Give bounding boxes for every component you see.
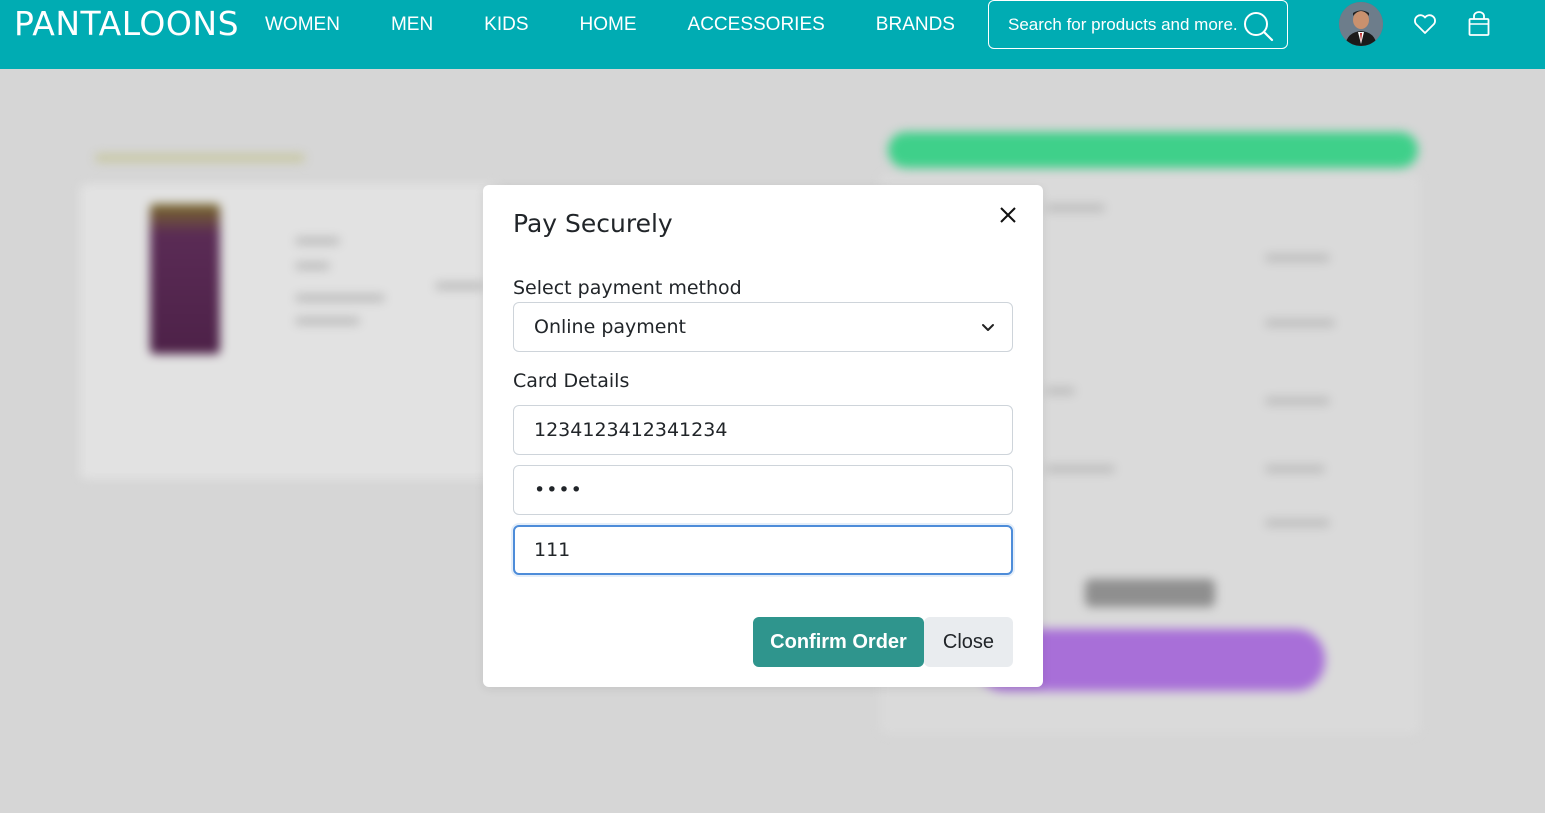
search-icon[interactable] xyxy=(1241,9,1275,43)
summary-total-placeholder xyxy=(1085,579,1215,607)
summary-text-placeholder xyxy=(1045,387,1075,395)
modal-title: Pay Securely xyxy=(513,209,673,238)
product-thumbnail xyxy=(150,204,220,354)
nav-item-kids[interactable]: KIDS xyxy=(484,14,528,36)
nav-item-brands[interactable]: BRANDS xyxy=(876,14,955,36)
nav-item-accessories[interactable]: ACCESSORIES xyxy=(688,14,825,36)
summary-price-placeholder xyxy=(1265,465,1325,473)
summary-text-placeholder xyxy=(1045,204,1105,212)
search-input[interactable] xyxy=(1008,14,1238,35)
card-expiry-field[interactable]: •••• xyxy=(513,465,1013,515)
search-box xyxy=(988,0,1288,49)
card-number-field[interactable]: 1234123412341234 xyxy=(513,405,1013,455)
payment-method-label: Select payment method xyxy=(513,277,742,299)
nav-item-men[interactable]: MEN xyxy=(391,14,433,36)
cart-heading-placeholder xyxy=(95,154,305,162)
summary-text-placeholder xyxy=(1045,465,1115,473)
payment-method-select[interactable]: Online payment xyxy=(513,302,1013,352)
card-details-label: Card Details xyxy=(513,370,630,392)
product-text-placeholder xyxy=(295,317,360,325)
payment-method-value: Online payment xyxy=(534,316,686,338)
brand-logo[interactable]: PANTALOONS xyxy=(14,6,239,42)
shopping-bag-icon[interactable] xyxy=(1467,11,1491,37)
avatar-image xyxy=(1339,2,1383,46)
close-icon[interactable] xyxy=(998,205,1018,225)
cart-item-card xyxy=(80,184,500,479)
pay-securely-modal: Pay Securely Select payment method Onlin… xyxy=(483,185,1043,687)
card-number-value: 1234123412341234 xyxy=(534,419,728,441)
product-text-placeholder xyxy=(295,294,385,302)
summary-banner xyxy=(888,132,1418,168)
product-text-placeholder xyxy=(435,282,485,290)
summary-price-placeholder xyxy=(1265,397,1330,405)
card-cvv-value: 111 xyxy=(534,539,571,561)
wishlist-heart-icon[interactable] xyxy=(1413,13,1437,35)
card-expiry-value: •••• xyxy=(534,479,583,501)
close-modal-button[interactable]: Close xyxy=(924,617,1013,667)
card-cvv-field[interactable]: 111 xyxy=(513,525,1013,575)
top-header: PANTALOONS WOMEN MEN KIDS HOME ACCESSORI… xyxy=(0,0,1545,69)
summary-price-placeholder xyxy=(1265,519,1330,527)
confirm-order-button[interactable]: Confirm Order xyxy=(753,617,924,667)
nav-item-women[interactable]: WOMEN xyxy=(265,14,340,36)
product-text-placeholder xyxy=(295,237,340,245)
user-avatar[interactable] xyxy=(1339,2,1383,46)
chevron-down-icon xyxy=(982,324,994,331)
summary-price-placeholder xyxy=(1265,254,1330,262)
nav-item-home[interactable]: HOME xyxy=(580,14,637,36)
summary-price-placeholder xyxy=(1265,319,1335,327)
product-text-placeholder xyxy=(295,262,330,270)
main-nav: WOMEN MEN KIDS HOME ACCESSORIES BRANDS xyxy=(265,0,1006,50)
